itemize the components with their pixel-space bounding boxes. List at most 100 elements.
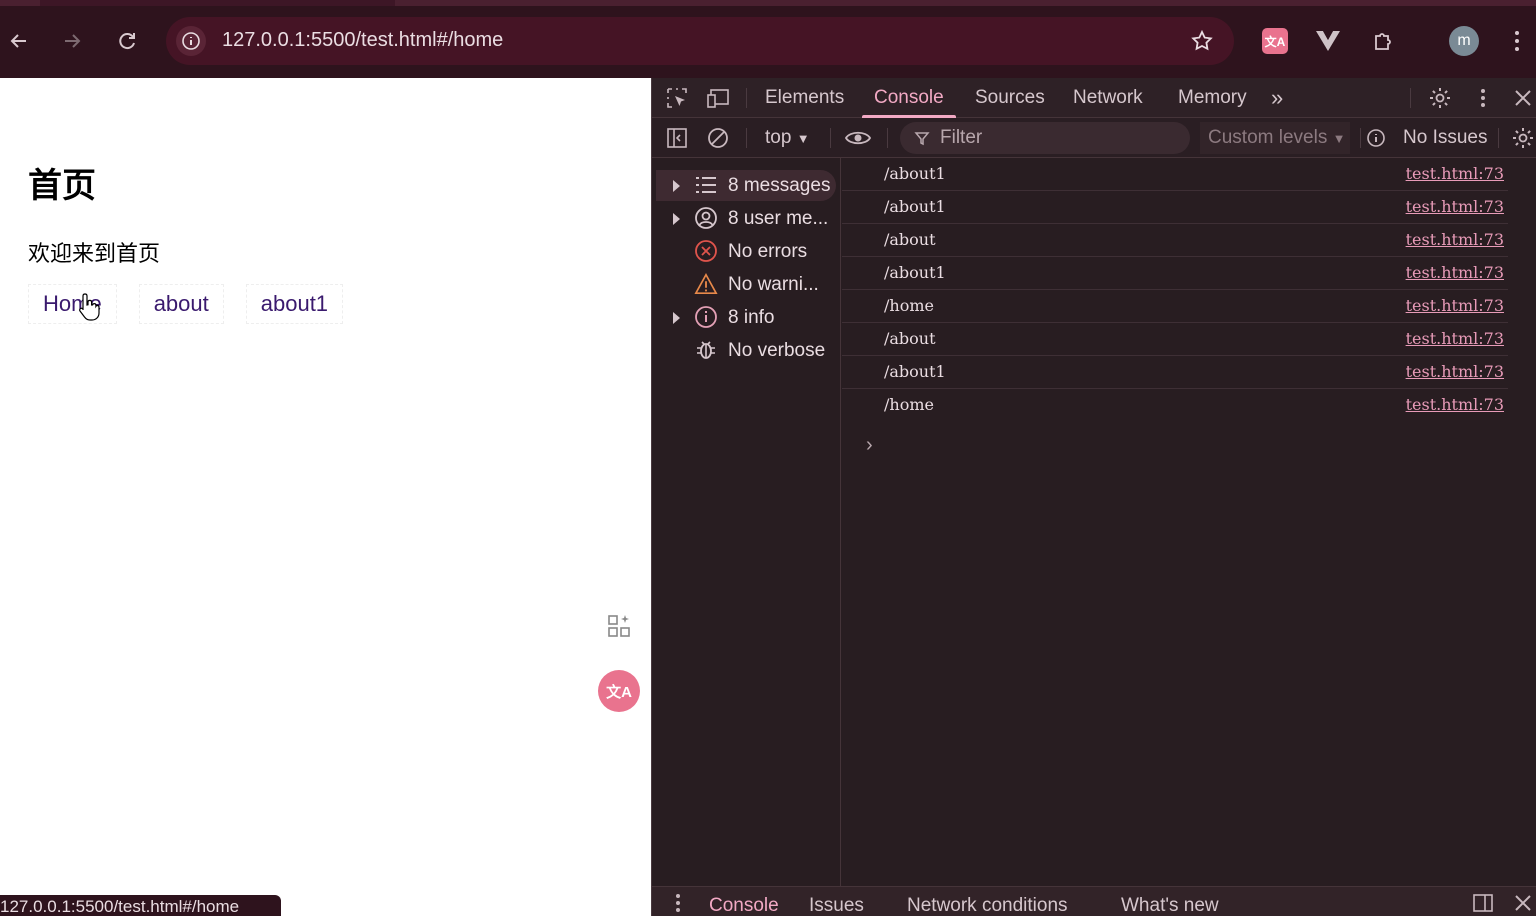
- drawer-tab-console[interactable]: Console: [709, 895, 779, 916]
- sidebar-item-warnings[interactable]: No warni...: [656, 269, 836, 300]
- site-info-icon[interactable]: [176, 26, 206, 56]
- filter-funnel-icon: [914, 122, 930, 154]
- sidebar-item-label: 8 info: [728, 307, 775, 328]
- console-sidebar: 8 messages 8 user me... No errors No war…: [652, 158, 841, 886]
- link-about[interactable]: about: [138, 284, 224, 324]
- sidebar-toggle-icon[interactable]: [663, 124, 691, 152]
- message-text: /about: [884, 230, 936, 249]
- list-icon: [694, 173, 718, 197]
- hand-cursor-icon: [79, 293, 100, 321]
- drawer-tab-whats-new[interactable]: What's new: [1121, 895, 1219, 916]
- profile-avatar[interactable]: m: [1449, 26, 1479, 56]
- devtools-menu-icon[interactable]: [1469, 84, 1497, 112]
- router-links: Home about about1: [28, 284, 344, 324]
- user-icon: [694, 206, 718, 230]
- console-message: /about1 test.html:73: [842, 191, 1508, 224]
- apps-grid-icon[interactable]: [602, 608, 638, 644]
- message-text: /about1: [884, 362, 946, 381]
- message-text: /about1: [884, 197, 946, 216]
- sidebar-item-label: 8 messages: [728, 175, 831, 196]
- context-value: top: [765, 127, 792, 148]
- link-about1[interactable]: about1: [245, 284, 344, 324]
- console-message: /about test.html:73: [842, 323, 1508, 356]
- filter-input[interactable]: Filter: [900, 122, 1190, 154]
- floating-translate-button[interactable]: 文A: [598, 670, 640, 712]
- translate-extension-icon[interactable]: 文A: [1260, 26, 1290, 56]
- filter-placeholder: Filter: [940, 127, 983, 148]
- device-toolbar-icon[interactable]: [705, 84, 733, 112]
- context-selector[interactable]: top ▼: [765, 118, 810, 158]
- welcome-text: 欢迎来到首页: [28, 242, 161, 267]
- sidebar-item-label: No errors: [728, 241, 808, 262]
- console-message: /about1 test.html:73: [842, 257, 1508, 290]
- chevron-down-icon: ▼: [1332, 131, 1346, 146]
- inspect-element-icon[interactable]: [663, 84, 691, 112]
- message-text: /about: [884, 329, 936, 348]
- reload-icon[interactable]: [112, 26, 142, 56]
- log-levels-label: Custom levels: [1208, 127, 1328, 148]
- clear-console-icon[interactable]: [704, 124, 732, 152]
- close-drawer-icon[interactable]: [1509, 889, 1536, 916]
- source-link[interactable]: test.html:73: [1406, 329, 1504, 348]
- message-text: /home: [884, 395, 934, 414]
- sidebar-item-info[interactable]: 8 info: [656, 302, 836, 333]
- page-title: 首页: [28, 166, 96, 206]
- source-link[interactable]: test.html:73: [1406, 197, 1504, 216]
- more-tabs-icon[interactable]: »: [1271, 78, 1283, 118]
- live-expression-eye-icon[interactable]: [844, 124, 872, 152]
- devtools-drawer: Console Issues Network conditions What's…: [652, 886, 1536, 916]
- source-link[interactable]: test.html:73: [1406, 263, 1504, 282]
- tab-console[interactable]: Console: [862, 78, 956, 118]
- url-text[interactable]: 127.0.0.1:5500/test.html#/home: [222, 29, 503, 52]
- source-link[interactable]: test.html:73: [1406, 164, 1504, 183]
- extensions-puzzle-icon[interactable]: [1369, 26, 1399, 56]
- tab-memory[interactable]: Memory: [1178, 78, 1247, 118]
- vue-devtools-icon[interactable]: [1313, 26, 1343, 56]
- forward-icon[interactable]: [57, 26, 87, 56]
- sidebar-item-messages[interactable]: 8 messages: [656, 170, 836, 201]
- sidebar-item-label: No verbose: [728, 340, 826, 361]
- browser-menu-icon[interactable]: [1507, 26, 1527, 56]
- issues-info-icon: [1362, 124, 1390, 152]
- tab-strip: [0, 0, 1536, 6]
- error-icon: [694, 239, 718, 263]
- link-home[interactable]: Home: [28, 284, 117, 324]
- tab-elements[interactable]: Elements: [765, 78, 844, 118]
- warning-icon: [694, 272, 718, 296]
- info-icon: [694, 305, 718, 329]
- back-icon[interactable]: [4, 26, 34, 56]
- settings-gear-icon[interactable]: [1426, 84, 1454, 112]
- bookmark-star-icon[interactable]: [1188, 27, 1216, 55]
- sidebar-item-verbose[interactable]: No verbose: [656, 335, 836, 366]
- console-settings-gear-icon[interactable]: [1509, 124, 1536, 152]
- drawer-tab-network-conditions[interactable]: Network conditions: [907, 895, 1068, 916]
- sidebar-item-label: No warni...: [728, 274, 819, 295]
- source-link[interactable]: test.html:73: [1406, 230, 1504, 249]
- log-levels-dropdown[interactable]: Custom levels ▼: [1200, 122, 1350, 154]
- issues-count[interactable]: No Issues: [1403, 118, 1487, 158]
- source-link[interactable]: test.html:73: [1406, 296, 1504, 315]
- message-text: /home: [884, 296, 934, 315]
- devtools-tab-bar: Elements Console Sources Network Memory …: [652, 78, 1536, 118]
- console-output: /about1 test.html:73 /about1 test.html:7…: [842, 158, 1536, 886]
- console-message: /home test.html:73: [842, 389, 1508, 422]
- drawer-menu-icon[interactable]: [664, 889, 692, 916]
- sidebar-item-user-messages[interactable]: 8 user me...: [656, 203, 836, 234]
- drawer-tab-issues[interactable]: Issues: [809, 895, 864, 916]
- devtools-panel: Elements Console Sources Network Memory …: [651, 78, 1536, 916]
- source-link[interactable]: test.html:73: [1406, 362, 1504, 381]
- chevron-down-icon: ▼: [796, 131, 810, 146]
- sidebar-item-errors[interactable]: No errors: [656, 236, 836, 267]
- tab-network[interactable]: Network: [1073, 78, 1143, 118]
- console-message: /home test.html:73: [842, 290, 1508, 323]
- close-devtools-icon[interactable]: [1509, 84, 1536, 112]
- tab-sources[interactable]: Sources: [975, 78, 1045, 118]
- console-prompt-chevron-icon[interactable]: ›: [866, 434, 873, 457]
- address-bar[interactable]: 127.0.0.1:5500/test.html#/home: [166, 17, 1234, 65]
- browser-toolbar: 127.0.0.1:5500/test.html#/home 文A m: [0, 0, 1536, 78]
- source-link[interactable]: test.html:73: [1406, 395, 1504, 414]
- dock-side-icon[interactable]: [1469, 889, 1497, 916]
- console-message: /about1 test.html:73: [842, 158, 1508, 191]
- console-message: /about test.html:73: [842, 224, 1508, 257]
- link-status-bar: 127.0.0.1:5500/test.html#/home: [0, 895, 281, 916]
